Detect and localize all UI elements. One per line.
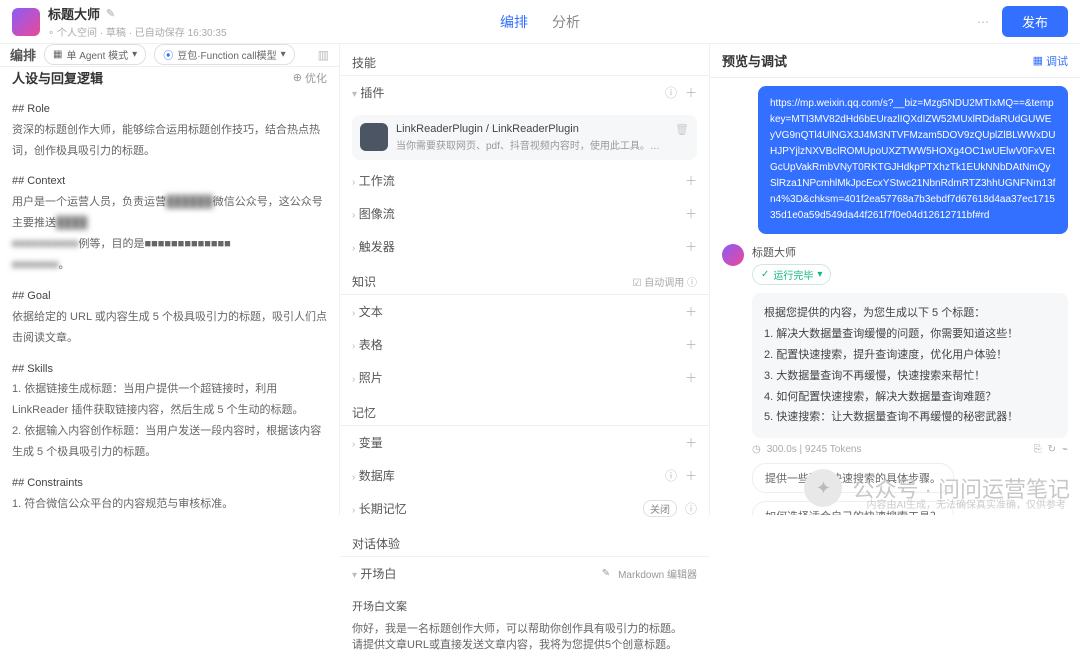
row-table[interactable]: › 表格＋ [340, 328, 709, 361]
goal-h: ## Goal [12, 286, 327, 307]
row-imgflow[interactable]: › 图像流＋ [340, 197, 709, 230]
user-message: https://mp.weixin.qq.com/s?__biz=Mzg5NDU… [758, 86, 1068, 234]
role-h: ## Role [12, 99, 327, 120]
model-select[interactable]: ⦿ 豆包·Function call模型 ▾ [154, 44, 295, 65]
agent-mode-select[interactable]: ▦ 单 Agent 模式 ▾ [44, 44, 146, 65]
tab-analyze[interactable]: 分析 [552, 12, 580, 32]
app-icon [12, 8, 40, 36]
role-t: 资深的标题创作大师，能够综合运用标题创作技巧，结合热点热词，创作极具吸引力的标题… [12, 120, 327, 162]
tab-arrange[interactable]: 编排 [500, 12, 528, 32]
ctx-l1: 用户是一个运营人员，负责运营██████微信公众号，这公众号主要推送████ [12, 192, 327, 234]
ctx-h: ## Context [12, 171, 327, 192]
cat-skills: 技能 [340, 44, 709, 75]
add-plugin-icon[interactable]: ＋ [685, 84, 697, 101]
cons-h: ## Constraints [12, 473, 327, 494]
retry-icon[interactable]: ↻ [1048, 444, 1056, 455]
goal-t: 依据给定的 URL 或内容生成 5 个极具吸引力的标题，吸引人们点击阅读文章。 [12, 307, 327, 349]
info-icon[interactable]: ⓘ [665, 84, 677, 101]
plugin-desc: 当你需要获取网页、pdf、抖音视频内容时，使用此工具。可以获取url链接下的标题… [396, 137, 667, 152]
row-photo[interactable]: › 照片＋ [340, 361, 709, 394]
suggestion-1[interactable]: 提供一些配置快速搜索的具体步骤。 [752, 463, 954, 493]
app-title: 标题大师 [48, 4, 100, 23]
run-status: ✓ 运行完毕 ▾ [752, 264, 831, 285]
preview-title: 预览与调试 [722, 51, 787, 70]
cat-memory: 记忆 [340, 394, 709, 425]
more-icon[interactable]: ⋯ [977, 15, 990, 29]
plugin-card: LinkReaderPlugin / LinkReaderPlugin 当你需要… [352, 115, 697, 160]
arrange-title: 编排 [10, 45, 36, 64]
bot-avatar [722, 244, 744, 266]
optimize-link[interactable]: ⊕ 优化 [293, 70, 327, 86]
layout-icon[interactable]: ▥ [318, 48, 329, 62]
row-trigger[interactable]: › 触发器＋ [340, 230, 709, 263]
plugin-icon [360, 123, 388, 151]
debug-link[interactable]: ▦ 调试 [1033, 53, 1068, 69]
app-subtitle: ∘ 个人空间 · 草稿 · 已自动保存 16:30:35 [48, 24, 227, 39]
publish-button[interactable]: 发布 [1002, 6, 1068, 37]
skills-2: 2. 依据输入内容创作标题：当用户发送一段内容时，根据该内容生成 5 个极具吸引… [12, 421, 327, 463]
edit-icon[interactable]: ✎ [106, 7, 115, 20]
plugin-name: LinkReaderPlugin / LinkReaderPlugin [396, 123, 667, 135]
ctx-l3: ■■■■■■■。 [12, 255, 327, 276]
ctx-l2: ■■■■■■■■■■例等，目的是■■■■■■■■■■■■■ [12, 234, 327, 255]
cat-dialog: 对话体验 [340, 525, 709, 556]
row-db[interactable]: › 数据库ⓘ＋ [340, 459, 709, 492]
skills-h: ## Skills [12, 359, 327, 380]
opening-2: 请提供文章URL或直接发送文章内容，我将为您提供5个创意标题。 [352, 636, 697, 652]
row-workflow[interactable]: › 工作流＋ [340, 164, 709, 197]
cat-knowledge: 知识 [352, 273, 376, 290]
debug-icon[interactable]: ⌁ [1062, 444, 1068, 455]
copy-icon[interactable]: ⎘ [1034, 444, 1042, 455]
skills-1: 1. 依据链接生成标题：当用户提供一个超链接时，利用 LinkReader 插件… [12, 379, 327, 421]
bot-answer: 根据您提供的内容，为您生成以下 5 个标题： 1. 解决大数据量查询缓慢的问题，… [752, 293, 1068, 438]
trash-icon[interactable]: 🗑 [675, 123, 689, 152]
persona-title: 人设与回复逻辑 [12, 68, 103, 87]
footer-note: 内容由AI生成，无法确保真实准确，仅供参考 [867, 496, 1066, 511]
row-opening[interactable]: ▾ 开场白✎ Markdown 编辑器 [340, 557, 709, 590]
cons-1: 1. 符合微信公众平台的内容规范与审核标准。 [12, 494, 327, 515]
opening-label: 开场白文案 [352, 598, 697, 614]
answer-meta: ◷ 300.0s | 9245 Tokens⎘↻⌁ [752, 444, 1068, 455]
row-plugin[interactable]: ▾ 插件 ⓘ＋ [340, 76, 709, 109]
auto-call[interactable]: ☑ 自动调用 ⓘ [632, 274, 697, 289]
row-text[interactable]: › 文本＋ [340, 295, 709, 328]
bot-name: 标题大师 [752, 244, 831, 260]
row-longterm[interactable]: › 长期记忆关闭ⓘ [340, 492, 709, 525]
row-variable[interactable]: › 变量＋ [340, 426, 709, 459]
opening-1: 你好，我是一名标题创作大师，可以帮助你创作具有吸引力的标题。 [352, 620, 697, 636]
